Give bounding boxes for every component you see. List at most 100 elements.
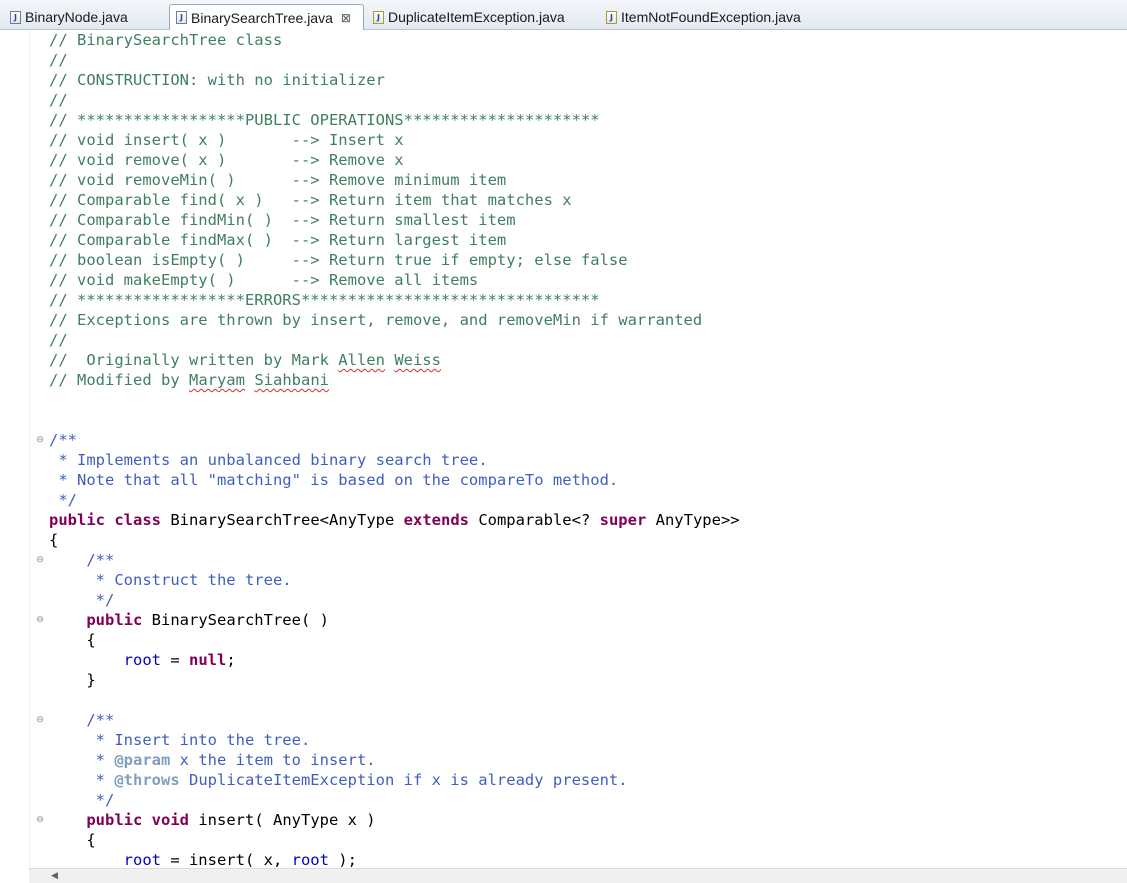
code-token: * Note that all "matching" is based on t…: [49, 471, 619, 489]
code-token: AnyType>>: [646, 511, 740, 529]
code-token: root: [123, 651, 161, 669]
source-code[interactable]: // BinarySearchTree class // // CONSTRUCTI…: [49, 30, 740, 868]
code-line: /**: [49, 710, 740, 730]
code-line: */: [49, 490, 740, 510]
code-token: root: [123, 851, 161, 868]
code-token: // void remove( x ) --> Remove x: [49, 151, 404, 169]
code-token: //: [49, 91, 68, 109]
code-token: */: [49, 491, 77, 509]
code-token: // Modified by: [49, 371, 189, 389]
code-token: x the item to insert.: [170, 751, 376, 769]
code-line: ​: [49, 410, 740, 430]
fold-collapse-icon[interactable]: ⊖: [35, 555, 45, 565]
code-token: root: [291, 851, 329, 868]
code-line: * @param x the item to insert.: [49, 750, 740, 770]
code-editor[interactable]: ⊖ ⊖ ⊖ ⊖ ⊖ // BinarySearchTree class//// …: [0, 30, 1127, 868]
code-line: // boolean isEmpty( ) --> Return true if…: [49, 250, 740, 270]
code-line: */: [49, 590, 740, 610]
code-token: // Exceptions are thrown by insert, remo…: [49, 311, 703, 329]
code-line: // Originally written by Mark Allen Weis…: [49, 350, 740, 370]
code-token: public: [86, 811, 143, 829]
code-token: //: [49, 51, 68, 69]
code-line: // BinarySearchTree class: [49, 30, 740, 50]
tab-binarynode[interactable]: J BinaryNode.java: [4, 5, 166, 29]
code-line: ​: [49, 690, 740, 710]
code-token: // ******************ERRORS*************…: [49, 291, 600, 309]
tab-label: BinarySearchTree.java: [191, 9, 333, 26]
code-line: }: [49, 670, 740, 690]
code-token: class: [114, 511, 162, 529]
code-line: // Exceptions are thrown by insert, remo…: [49, 310, 740, 330]
code-token: = insert( x,: [160, 851, 292, 868]
code-line: */: [49, 790, 740, 810]
code-line: // ******************ERRORS*************…: [49, 290, 740, 310]
code-line: // Comparable find( x ) --> Return item …: [49, 190, 740, 210]
java-file-warning-icon: J: [606, 10, 617, 24]
code-token: Siahbani: [254, 371, 329, 389]
tab-label: BinaryNode.java: [25, 9, 128, 25]
fold-collapse-icon[interactable]: ⊖: [35, 715, 45, 725]
scroll-left-arrow-icon[interactable]: ◀: [51, 871, 58, 881]
code-token: // Comparable find( x ) --> Return item …: [49, 191, 572, 209]
code-token: // ******************PUBLIC OPERATIONS**…: [49, 111, 600, 129]
code-token: // void makeEmpty( ) --> Remove all item…: [49, 271, 479, 289]
code-line: public class BinarySearchTree<AnyType ex…: [49, 510, 740, 530]
code-token: insert( AnyType x ): [189, 811, 376, 829]
tab-label: DuplicateItemException.java: [388, 9, 565, 25]
code-token: *: [49, 771, 115, 789]
code-line: // Comparable findMax( ) --> Return larg…: [49, 230, 740, 250]
overview-ruler: [0, 30, 12, 868]
tab-binarysearchtree[interactable]: J BinarySearchTree.java ⊠: [169, 4, 364, 30]
code-line: * Insert into the tree.: [49, 730, 740, 750]
code-line: root = insert( x, root );: [49, 850, 740, 868]
code-token: /**: [49, 711, 115, 729]
code-line: //: [49, 50, 740, 70]
tab-itemnotfoundexception[interactable]: J ItemNotFoundException.java: [600, 5, 815, 29]
code-line: ​: [49, 390, 740, 410]
close-tab-icon[interactable]: ⊠: [341, 11, 351, 25]
code-token: Weiss: [394, 351, 441, 369]
code-line: // ******************PUBLIC OPERATIONS**…: [49, 110, 740, 130]
horizontal-scrollbar[interactable]: ◀: [29, 868, 1127, 883]
code-token: ;: [226, 651, 236, 669]
tab-label: ItemNotFoundException.java: [621, 9, 801, 25]
code-line: {: [49, 530, 740, 550]
code-token: @param: [114, 751, 171, 769]
code-token: */: [49, 791, 115, 809]
code-token: // CONSTRUCTION: with no initializer: [49, 71, 385, 89]
fold-collapse-icon[interactable]: ⊖: [35, 435, 45, 445]
java-file-icon: J: [176, 11, 187, 24]
java-file-warning-icon: J: [373, 10, 384, 24]
code-token: * Insert into the tree.: [49, 731, 311, 749]
line-gutter: [12, 30, 30, 868]
code-token: // Originally written by Mark: [49, 351, 339, 369]
fold-collapse-icon[interactable]: ⊖: [35, 815, 45, 825]
code-line: * Note that all "matching" is based on t…: [49, 470, 740, 490]
code-token: Maryam: [188, 371, 245, 389]
code-line: // Modified by Maryam Siahbani: [49, 370, 740, 390]
code-line: * Implements an unbalanced binary search…: [49, 450, 740, 470]
editor-tab-bar: J BinaryNode.java J BinarySearchTree.jav…: [0, 0, 1127, 30]
code-line: // Comparable findMin( ) --> Return smal…: [49, 210, 740, 230]
code-line: * Construct the tree.: [49, 570, 740, 590]
code-token: // Comparable findMax( ) --> Return larg…: [49, 231, 507, 249]
code-token: // Comparable findMin( ) --> Return smal…: [49, 211, 516, 229]
fold-collapse-icon[interactable]: ⊖: [35, 615, 45, 625]
tab-duplicateitemexception[interactable]: J DuplicateItemException.java: [367, 5, 595, 29]
code-token: */: [49, 591, 115, 609]
code-token: void: [151, 811, 189, 829]
code-token: null: [188, 651, 227, 669]
code-line: {: [49, 830, 740, 850]
code-token: {: [49, 531, 59, 549]
code-token: // boolean isEmpty( ) --> Return true if…: [49, 251, 628, 269]
code-token: // void insert( x ) --> Insert x: [49, 131, 404, 149]
code-token: =: [160, 651, 189, 669]
code-line: // void insert( x ) --> Insert x: [49, 130, 740, 150]
